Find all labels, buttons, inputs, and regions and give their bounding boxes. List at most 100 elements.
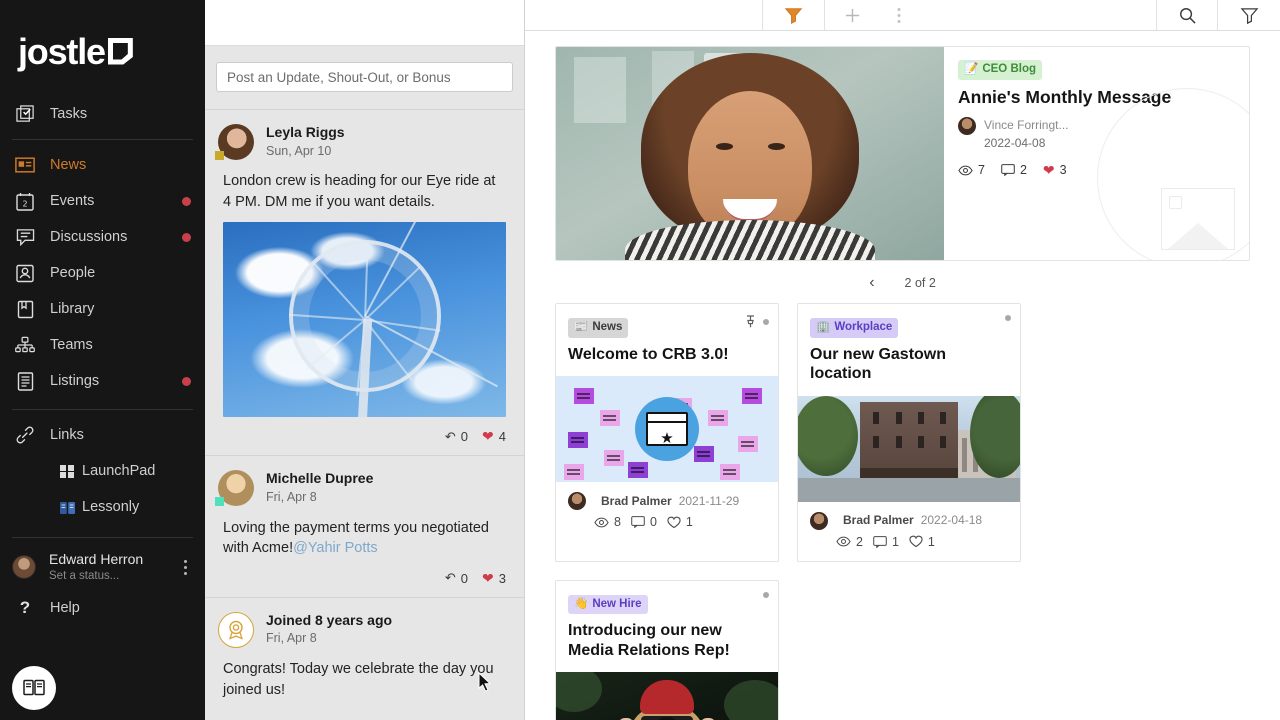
reply-icon[interactable]: ↶ [445, 429, 456, 445]
user-name: Edward Herron [49, 551, 143, 568]
post-date: Fri, Apr 8 [266, 488, 373, 507]
plus-icon [844, 7, 861, 24]
badge-label: News [592, 320, 622, 336]
like-count: 1 [686, 515, 693, 529]
card-actions [745, 315, 769, 328]
book-icon-button[interactable] [12, 666, 56, 710]
sidebar-item-teams[interactable]: Teams [0, 327, 205, 363]
menu-dot-icon[interactable] [1005, 315, 1011, 321]
notification-dot [182, 197, 191, 206]
heart-icon: ❤ [1043, 162, 1055, 179]
card-title: Our new Gastown location [810, 345, 1008, 384]
sidebar-item-tasks[interactable]: Tasks [0, 96, 205, 132]
logo-mark-icon [108, 38, 133, 65]
filter-button-active[interactable] [763, 0, 825, 30]
sidebar-label: Teams [50, 337, 93, 353]
sidebar-item-help[interactable]: ? Help [0, 590, 205, 626]
filter-icon-active [784, 6, 803, 25]
notification-dot [182, 233, 191, 242]
feed-post[interactable]: Leyla Riggs Sun, Apr 10 London crew is h… [205, 109, 524, 455]
discussions-icon [12, 226, 38, 248]
heart-outline-icon [909, 535, 923, 548]
feed-column: Leyla Riggs Sun, Apr 10 London crew is h… [205, 0, 525, 720]
status-badge [215, 497, 224, 506]
status-badge[interactable]: 🏢 Workplace [810, 318, 898, 338]
sidebar-item-news[interactable]: News [0, 147, 205, 183]
sidebar-item-links[interactable]: Links [0, 417, 205, 453]
avatar [810, 512, 828, 530]
sidebar-item-events[interactable]: 2 Events [0, 183, 205, 219]
news-card[interactable]: 👋 New Hire Introducing our new Media Rel… [555, 580, 779, 720]
lessonly-icon [60, 501, 75, 514]
chevron-left-icon[interactable]: ‹ [869, 275, 874, 291]
eye-icon [594, 517, 609, 528]
sidebar-label: People [50, 265, 95, 281]
teams-icon [12, 334, 38, 356]
post-composer-input[interactable] [216, 62, 513, 92]
right-filter-button[interactable] [1218, 0, 1280, 30]
people-icon [12, 262, 38, 284]
sidebar-item-launchpad[interactable]: LaunchPad [0, 453, 205, 489]
featured-image [556, 47, 944, 260]
author-name: Brad Palmer [843, 513, 914, 527]
status-badge[interactable]: 📝 CEO Blog [958, 60, 1042, 80]
kebab-icon[interactable] [180, 556, 191, 579]
pin-icon[interactable] [745, 315, 756, 328]
user-profile[interactable]: Edward Herron Set a status... [0, 545, 205, 590]
heart-icon[interactable]: ❤ [482, 570, 494, 587]
comment-count: 1 [892, 535, 899, 549]
mouse-cursor [478, 672, 492, 692]
post-body: Congrats! Today we celebrate the day you… [218, 648, 506, 700]
sidebar-item-lessonly[interactable]: Lessonly [0, 489, 205, 525]
notification-dot [182, 377, 191, 386]
post-reactions[interactable]: ↶ 0 ❤ 3 [218, 559, 506, 587]
feed-post[interactable]: Michelle Dupree Fri, Apr 8 Loving the pa… [205, 455, 524, 596]
topbar-gap [919, 0, 1156, 30]
comment-icon [1001, 164, 1015, 176]
sidebar-label: News [50, 157, 86, 173]
comment-count: 0 [461, 571, 468, 586]
publish-date: 2022-04-18 [921, 513, 982, 527]
sidebar-label: Help [50, 600, 80, 616]
sidebar-divider-3 [12, 537, 193, 538]
feed-post[interactable]: Joined 8 years ago Fri, Apr 8 Congrats! … [205, 597, 524, 710]
more-button[interactable] [879, 0, 919, 30]
topbar [525, 0, 1280, 31]
mention-link[interactable]: @Yahir Potts [293, 540, 378, 556]
sidebar-item-people[interactable]: People [0, 255, 205, 291]
news-card[interactable]: 🏢 Workplace Our new Gastown location [797, 303, 1021, 562]
comment-count: 0 [461, 429, 468, 444]
heart-outline-icon [667, 516, 681, 529]
news-card[interactable]: 📰 News Welcome to CRB 3.0! [555, 303, 779, 562]
sidebar-item-listings[interactable]: Listings [0, 363, 205, 399]
search-icon [1178, 6, 1197, 25]
status-badge[interactable]: 👋 New Hire [568, 595, 648, 615]
wave-icon: 👋 [574, 597, 588, 613]
tasks-icon [12, 103, 38, 125]
logo[interactable]: jostle [0, 0, 205, 96]
sidebar: jostle Tasks News 2 Events D [0, 0, 205, 720]
topbar-spacer [525, 0, 763, 30]
card-title: Introducing our new Media Relations Rep! [568, 621, 766, 660]
sidebar-item-library[interactable]: Library [0, 291, 205, 327]
comment-icon [631, 516, 645, 528]
post-date: Fri, Apr 8 [266, 629, 392, 648]
sidebar-label: LaunchPad [82, 463, 155, 479]
like-count: 4 [499, 429, 506, 444]
view-count: 2 [856, 535, 863, 549]
status-badge[interactable]: 📰 News [568, 318, 628, 338]
post-body: London crew is heading for our Eye ride … [218, 160, 506, 212]
menu-dot-icon[interactable] [763, 592, 769, 598]
avatar [218, 124, 254, 160]
reply-icon[interactable]: ↶ [445, 570, 456, 586]
heart-icon[interactable]: ❤ [482, 428, 494, 445]
menu-dot-icon[interactable] [763, 319, 769, 325]
sidebar-item-discussions[interactable]: Discussions [0, 219, 205, 255]
add-button[interactable] [825, 0, 879, 30]
sidebar-divider-1 [12, 139, 193, 140]
engagement-stats: 2 1 1 [810, 535, 1008, 549]
search-button[interactable] [1156, 0, 1218, 30]
post-date: Sun, Apr 10 [266, 142, 345, 161]
post-reactions[interactable]: ↶ 0 ❤ 4 [218, 417, 506, 445]
featured-article[interactable]: 📝 CEO Blog Annie's Monthly Message Vince… [555, 46, 1250, 261]
